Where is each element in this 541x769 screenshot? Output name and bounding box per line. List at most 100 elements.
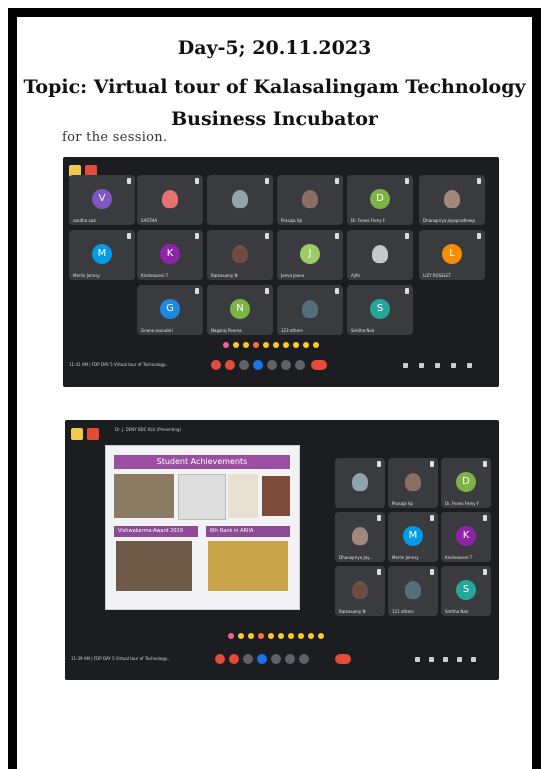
mic-muted-icon [265,233,269,239]
page-border-left [8,8,17,769]
avatar-photo [405,581,421,600]
slide-student-photo [262,476,290,516]
chat-icon[interactable] [443,657,448,662]
avatar-initial: K [456,526,476,546]
participant-tile[interactable]: 123 others [277,285,343,335]
reaction-emoji-icon[interactable] [283,342,289,348]
participant-tile[interactable]: N Nagaraj Poorna [207,285,273,335]
reaction-emoji-icon[interactable] [288,633,294,639]
participant-tile[interactable]: K Krishnaveni T [137,230,203,280]
raise-hand-icon[interactable] [285,654,295,664]
more-options-icon[interactable] [295,360,305,370]
reaction-emoji-icon[interactable] [253,342,259,348]
mic-muted-icon [335,178,339,184]
participant-tile[interactable]: Prasaja Vp [388,458,438,508]
slide-photo-1 [114,474,174,518]
meeting-control-bar: 11:41 AM | FDP DAY 5 Virtual tour of Tec… [63,355,499,375]
avatar-photo [232,190,248,209]
host-controls-icon[interactable] [467,363,472,368]
mic-muted-icon [430,515,434,521]
chat-icon[interactable] [435,363,440,368]
participant-tile[interactable]: SASTHA [137,175,203,225]
reaction-emoji-icon[interactable] [293,342,299,348]
participant-tile[interactable]: S Smitha Nair [347,285,413,335]
participant-tile[interactable]: Ajith [347,230,413,280]
reactions-icon[interactable] [257,654,267,664]
camera-off-icon[interactable] [225,360,235,370]
reaction-emoji-icon[interactable] [228,633,234,639]
reaction-emoji-icon[interactable] [233,342,239,348]
participant-tile[interactable]: K Krishnaveni T [441,512,491,562]
participant-tile[interactable]: D Dr. Fenes Femy F [347,175,413,225]
mic-muted-icon [195,178,199,184]
host-controls-icon[interactable] [471,657,476,662]
captions-icon[interactable] [239,360,249,370]
reaction-emoji-icon[interactable] [223,342,229,348]
reaction-emoji-icon[interactable] [243,342,249,348]
participant-name: Dhanapriya Jay... [339,555,373,560]
participant-name: LIZY ROSELET [423,273,452,278]
reaction-emoji-icon[interactable] [248,633,254,639]
activities-icon[interactable] [457,657,462,662]
present-icon[interactable] [271,654,281,664]
participant-tile[interactable] [207,175,273,225]
people-icon[interactable] [429,657,434,662]
mic-muted-icon [195,288,199,294]
camera-off-icon[interactable] [229,654,239,664]
raise-hand-icon[interactable] [281,360,291,370]
participant-name: 123 others [281,328,303,333]
meeting-details-icon[interactable] [71,428,83,440]
mic-off-icon[interactable] [211,360,221,370]
participant-name: Smitha Nair [445,609,469,614]
avatar-photo [162,190,178,209]
reactions-icon[interactable] [253,360,263,370]
reaction-emoji-icon[interactable] [238,633,244,639]
participant-tile[interactable]: D Dr. Fenes Femy F [441,458,491,508]
reaction-emoji-icon[interactable] [318,633,324,639]
participant-tile[interactable]: Dhanapriya Jayapradheep [419,175,485,225]
participant-name: Merlin Johnsy [392,555,419,560]
participant-tile[interactable]: Ramasamy N [335,566,385,616]
reaction-emoji-icon[interactable] [278,633,284,639]
present-icon[interactable] [267,360,277,370]
slide-award-photo [116,541,192,591]
participant-tile[interactable]: Ramasamy N [207,230,273,280]
reaction-emoji-icon[interactable] [303,342,309,348]
participant-tile[interactable]: M Merlin Johnsy [388,512,438,562]
reaction-emoji-icon[interactable] [313,342,319,348]
mic-off-icon[interactable] [215,654,225,664]
participant-name: Dr. Fenes Femy F [351,218,386,223]
reaction-emoji-icon[interactable] [263,342,269,348]
reaction-emoji-icon[interactable] [298,633,304,639]
reaction-emoji-icon[interactable] [258,633,264,639]
participant-tile[interactable]: G Gnana soundari [137,285,203,335]
meeting-screenshot-gallery: Vsasitha sasi SASTHA Prasaja Vp D Dr. Fenes … [63,157,499,387]
participant-tile[interactable]: M Merlin Johnsy [69,230,135,280]
participant-tile[interactable]: L LIZY ROSELET [419,230,485,280]
reaction-emoji-icon[interactable] [308,633,314,639]
captions-icon[interactable] [243,654,253,664]
mic-muted-icon [377,569,381,575]
info-icon[interactable] [415,657,420,662]
slide-band-left: Vishwakarma-Award 2019 [114,526,198,537]
mic-muted-icon [127,178,131,184]
activities-icon[interactable] [451,363,456,368]
leave-call-button[interactable] [311,360,327,370]
participant-tile[interactable] [335,458,385,508]
participant-tile[interactable]: S Smitha Nair [441,566,491,616]
avatar-photo [232,245,248,264]
participant-tile[interactable]: J Jeeva Jeeva [277,230,343,280]
info-icon[interactable] [403,363,408,368]
participant-tile[interactable]: Vsasitha sasi [69,175,135,225]
people-icon[interactable] [419,363,424,368]
reaction-emoji-icon[interactable] [268,633,274,639]
reaction-emoji-icon[interactable] [273,342,279,348]
page-border-top [8,8,541,17]
participant-tile[interactable]: Prasaja Vp [277,175,343,225]
more-options-icon[interactable] [299,654,309,664]
recording-icon[interactable] [87,428,99,440]
participant-tile[interactable]: Dhanapriya Jay... [335,512,385,562]
mic-muted-icon [477,178,481,184]
participant-tile[interactable]: 121 others [388,566,438,616]
leave-call-button[interactable] [335,654,351,664]
